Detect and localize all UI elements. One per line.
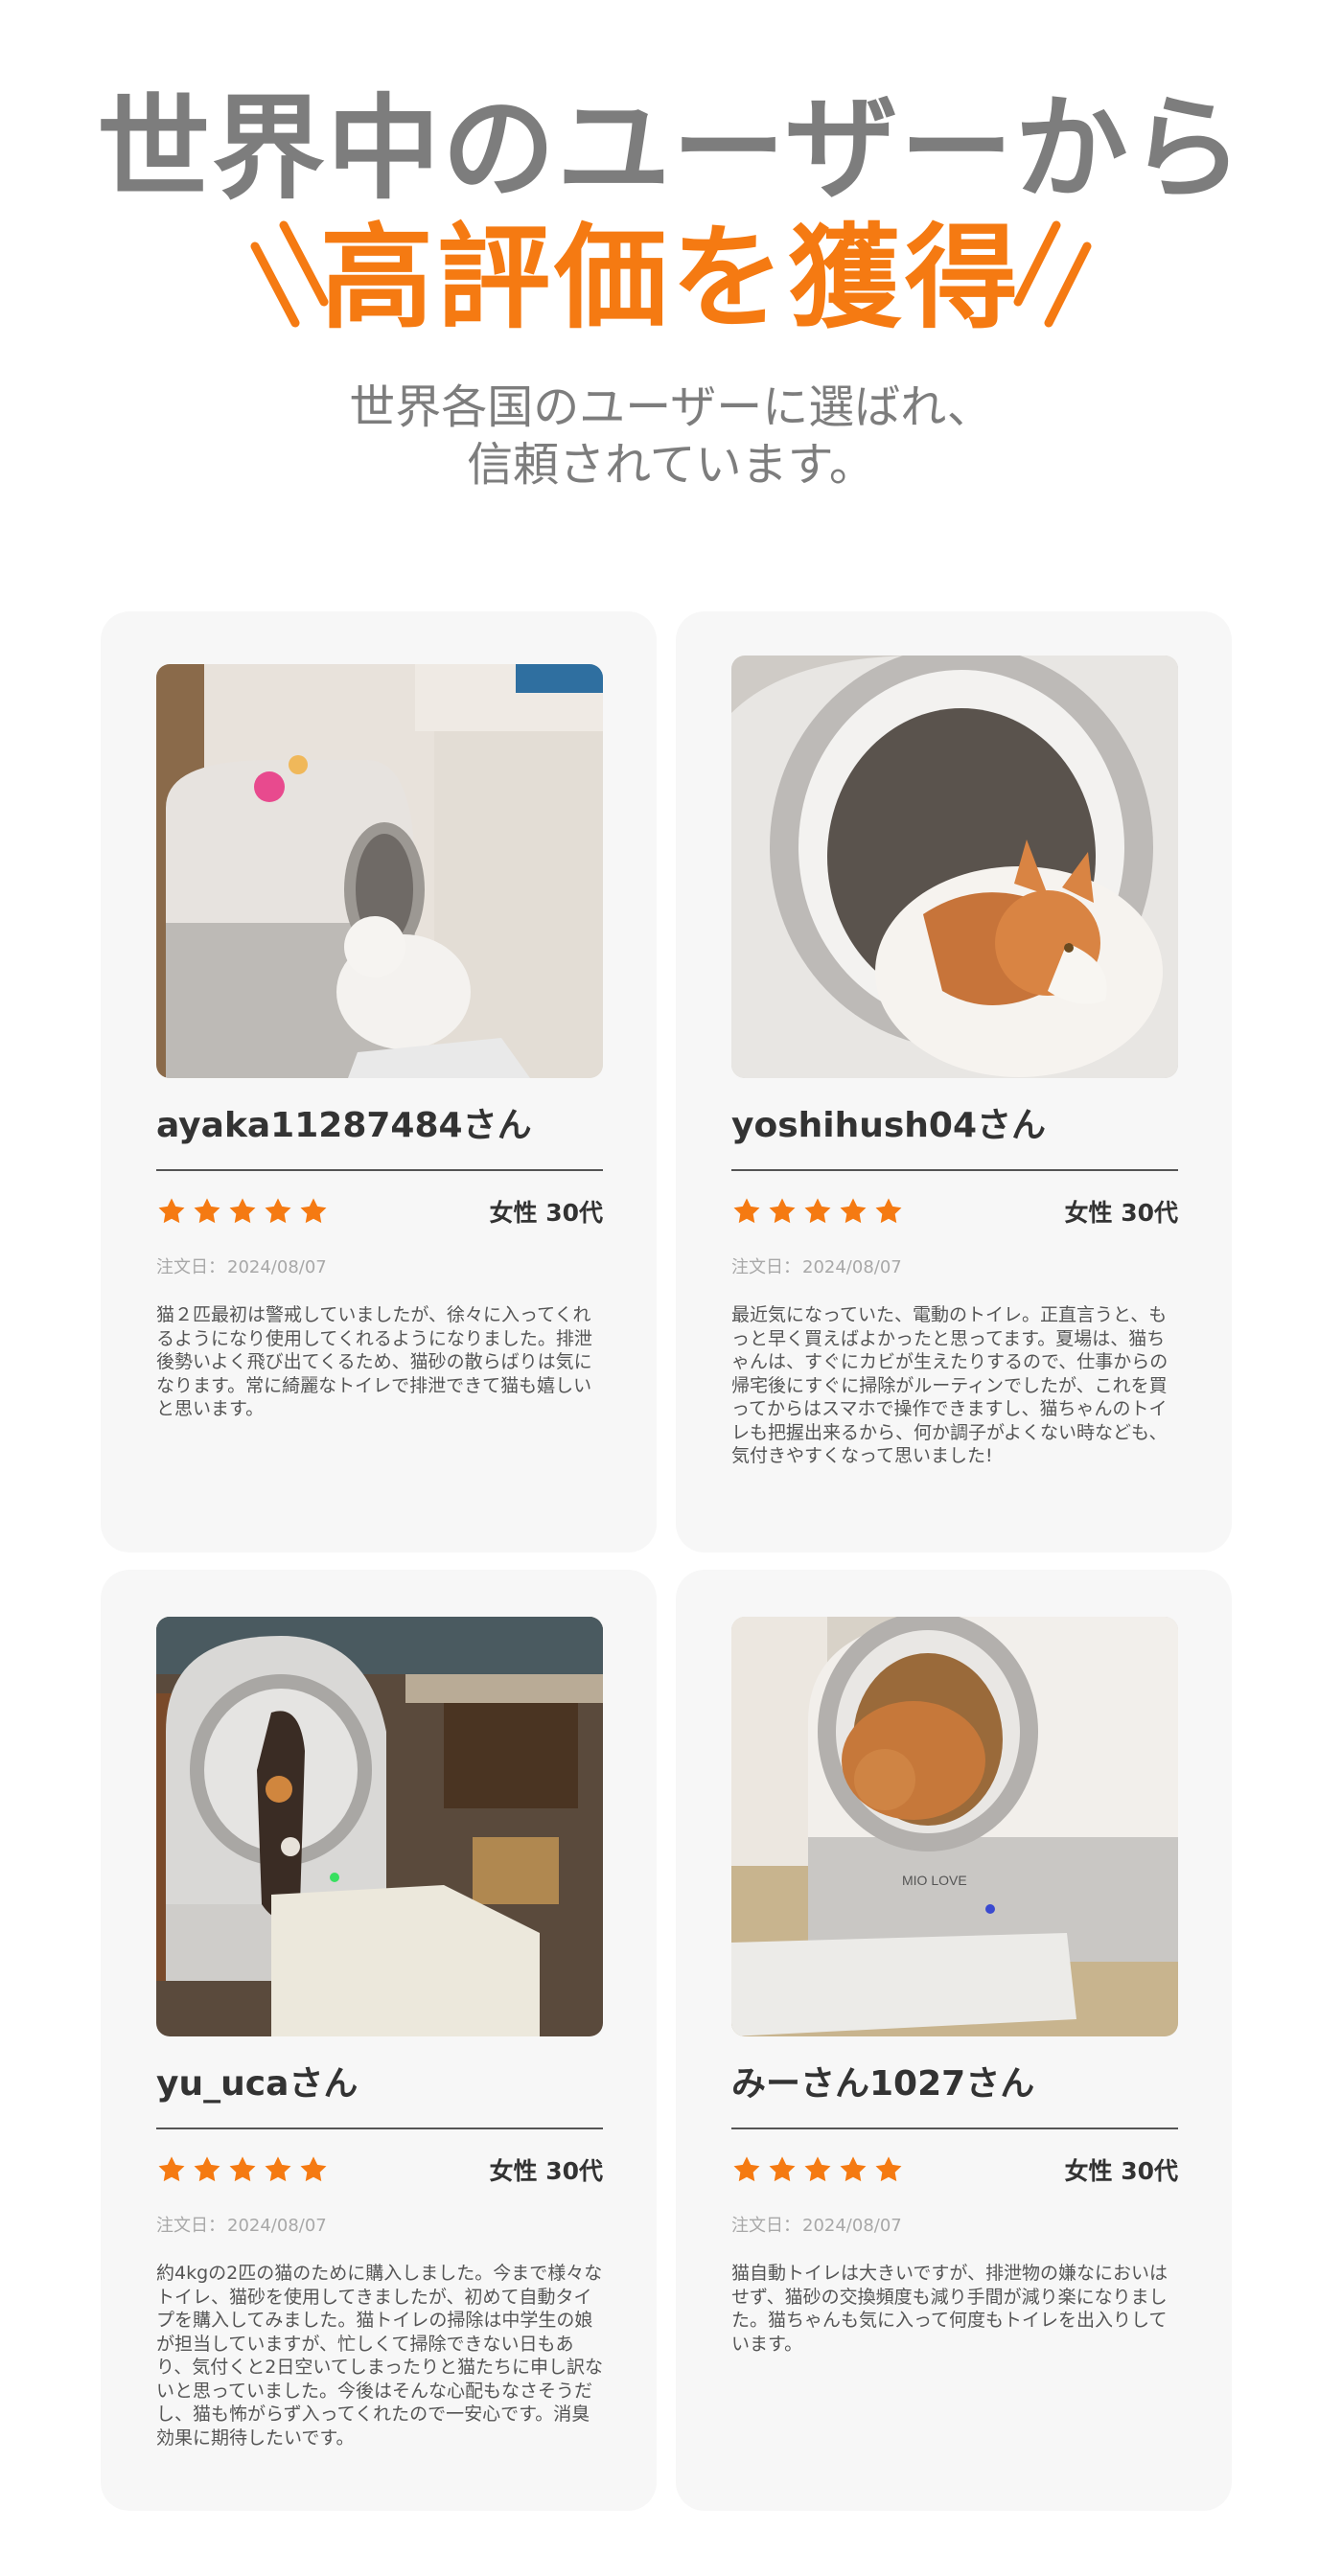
star-icon <box>769 2156 796 2182</box>
star-icon <box>158 1198 185 1224</box>
divider <box>156 1169 603 1171</box>
divider <box>731 1169 1178 1171</box>
reviewer-demographic: 女性 30代 <box>1064 2157 1179 2185</box>
rating-stars <box>731 1196 904 1230</box>
order-date-value: 2024/08/07 <box>802 1257 902 1277</box>
reviewer-name: yoshihush04さん <box>731 1106 1047 1145</box>
star-icon <box>300 2156 327 2182</box>
rating-stars <box>731 2154 904 2189</box>
order-date-value: 2024/08/07 <box>802 2216 902 2236</box>
star-icon <box>265 1198 291 1224</box>
order-date: 注文日： 2024/08/07 <box>156 2214 329 2239</box>
star-icon <box>194 1198 220 1224</box>
star-icon <box>265 2156 291 2182</box>
star-icon <box>733 2156 760 2182</box>
order-date-label: 注文日： <box>731 2216 800 2236</box>
star-icon <box>300 1198 327 1224</box>
star-icon <box>229 1198 256 1224</box>
star-icon <box>733 1198 760 1224</box>
review-card: yu_ucaさん 女性 30代 注文日： 2024/08/07 約4kgの2匹の猫… <box>101 1570 657 2511</box>
reviewer-name: ayaka11287484さん <box>156 1106 532 1145</box>
star-icon <box>875 2156 902 2182</box>
white-cat-entering-litter-box-photo <box>156 664 603 1078</box>
review-card: MIO LOVE みーさん1027さん 女性 30代 注文日： 2024/08/0… <box>676 1570 1232 2511</box>
subtitle-line-1: 世界各国のユーザーに選ばれ、 <box>349 380 993 434</box>
orange-cat-inside-litter-box-photo: MIO LOVE <box>731 1617 1178 2036</box>
order-date: 注文日： 2024/08/07 <box>156 1255 329 1280</box>
subtitle: 世界各国のユーザーに選ばれ、 信頼されています。 <box>0 379 1342 494</box>
star-icon <box>769 1198 796 1224</box>
review-text: 約4kgの2匹の猫のために購入しました。今まで様々なトイレ、猫砂を使用してきまし… <box>156 2263 603 2449</box>
review-text: 最近気になっていた、電動のトイレ。正直言うと、もっと早く買えばよかったと思ってま… <box>731 1304 1168 1466</box>
star-icon <box>804 2156 831 2182</box>
reviewer-demographic: 女性 30代 <box>1064 1199 1179 1227</box>
order-date-label: 注文日： <box>156 1257 225 1277</box>
order-date-label: 注文日： <box>731 1257 800 1277</box>
reviewer-demographic: 女性 30代 <box>489 2157 604 2185</box>
star-icon <box>875 1198 902 1224</box>
star-icon <box>840 1198 867 1224</box>
reviewer-demographic: 女性 30代 <box>489 1199 604 1227</box>
accent-title: 高評価を獲得 <box>319 212 1022 344</box>
divider <box>731 2128 1178 2129</box>
review-card: ayaka11287484さん 女性 30代 注文日： 2024/08/07 猫２… <box>101 611 657 1552</box>
reviewer-name: みーさん1027さん <box>731 2064 1035 2104</box>
subtitle-line-2: 信頼されています。 <box>467 438 875 492</box>
accent-title-row: 高評価を獲得 <box>0 206 1342 350</box>
review-text: 猫２匹最初は警戒していましたが、徐々に入ってくれるようになり使用してくれるように… <box>156 1304 592 1419</box>
star-icon <box>158 2156 185 2182</box>
star-icon <box>804 1198 831 1224</box>
star-icon <box>229 2156 256 2182</box>
order-date-value: 2024/08/07 <box>227 2216 327 2236</box>
order-date-label: 注文日： <box>156 2216 225 2236</box>
orange-white-cat-in-litter-box-photo <box>731 656 1178 1078</box>
star-icon <box>840 2156 867 2182</box>
hero-section: 世界中のユーザーから 高評価を獲得 世界各国のユーザーに選ばれ、 信頼されていま… <box>0 0 1342 537</box>
star-icon <box>194 2156 220 2182</box>
order-date: 注文日： 2024/08/07 <box>731 1255 904 1280</box>
reviewer-name: yu_ucaさん <box>156 2064 359 2104</box>
rating-stars <box>156 2154 329 2189</box>
rating-stars <box>156 1196 329 1230</box>
order-date-value: 2024/08/07 <box>227 1257 327 1277</box>
review-text: 猫自動トイレは大きいですが、排泄物の嫌なにおいはせず、猫砂の交換頻度も減り手間が… <box>731 2263 1168 2355</box>
calico-cat-climbing-litter-box-photo <box>156 1617 603 2036</box>
right-slash-decoration-icon <box>1013 220 1092 328</box>
divider <box>156 2128 603 2129</box>
brand-label: MIO LOVE <box>902 1873 967 1888</box>
order-date: 注文日： 2024/08/07 <box>731 2214 904 2239</box>
review-card: yoshihush04さん 女性 30代 注文日： 2024/08/07 最近気に… <box>676 611 1232 1552</box>
page-title: 世界中のユーザーから <box>97 82 1245 215</box>
